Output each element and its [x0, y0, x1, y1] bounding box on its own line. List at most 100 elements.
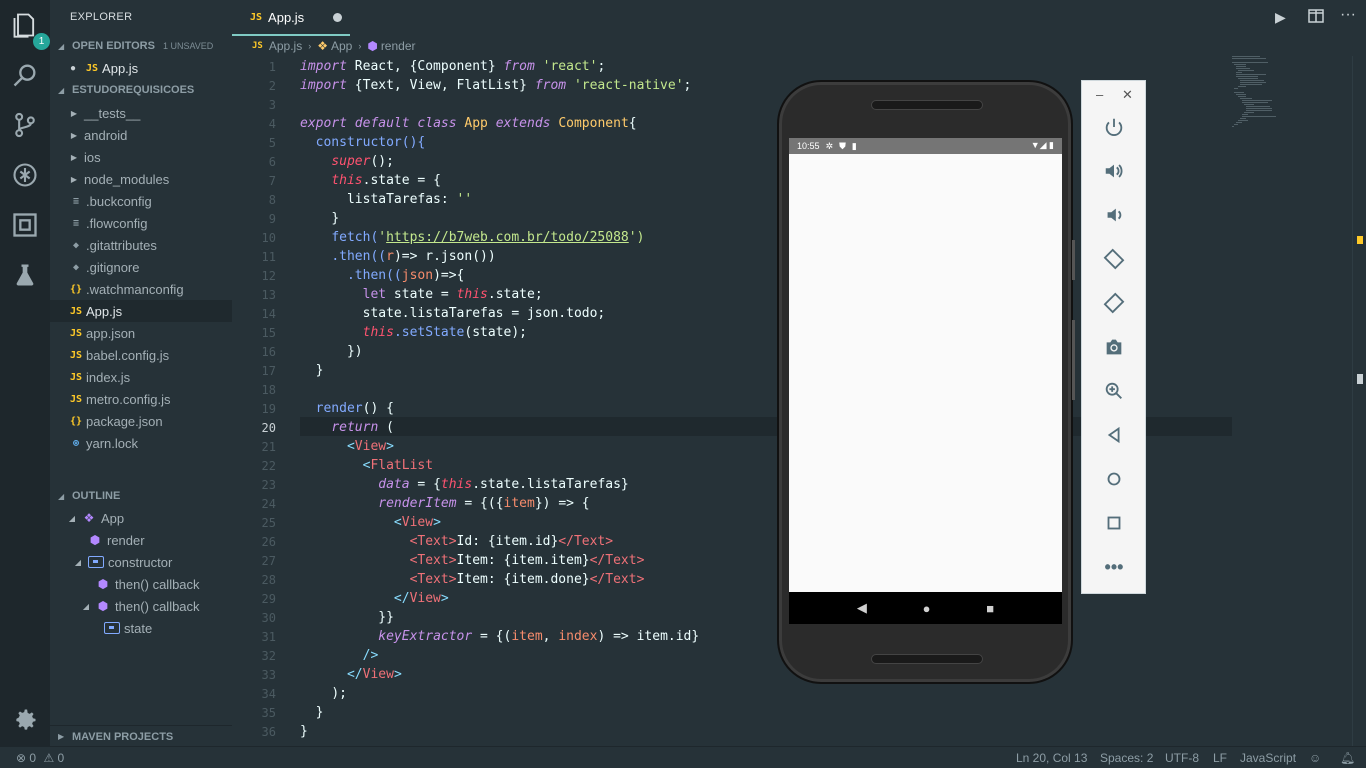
more-options-icon[interactable]: •••: [1100, 553, 1128, 581]
vertical-scrollbar[interactable]: [1352, 56, 1366, 746]
file-item[interactable]: ⊚ yarn.lock: [50, 432, 232, 454]
outline-item-constructor[interactable]: ◢ constructor: [50, 551, 232, 573]
line-number: 26: [261, 534, 276, 549]
language-mode[interactable]: JavaScript: [1240, 751, 1296, 765]
extensions-icon[interactable]: [8, 208, 42, 242]
nav-back-icon[interactable]: ◀: [857, 600, 867, 616]
variable-icon: [104, 622, 120, 634]
folder-item[interactable]: ▶ node_modules: [50, 168, 232, 190]
indentation[interactable]: Spaces: 2: [1100, 751, 1153, 765]
files-icon[interactable]: 1: [8, 8, 50, 50]
outline-item-state[interactable]: state: [50, 617, 232, 639]
file-item[interactable]: JS babel.config.js: [50, 344, 232, 366]
zoom-icon[interactable]: [1100, 377, 1128, 405]
code-token: constructor(){: [315, 135, 426, 150]
outline-item-app[interactable]: ◢ ❖ App: [50, 507, 232, 529]
open-editors-section[interactable]: ◢ OPEN EDITORS 1 UNSAVED: [50, 36, 232, 56]
file-item[interactable]: ≡ .flowconfig: [50, 212, 232, 234]
power-icon[interactable]: [1100, 113, 1128, 141]
folder-item[interactable]: ▶ __tests__: [50, 102, 232, 124]
line-ending[interactable]: LF: [1213, 751, 1227, 765]
open-editor-item[interactable]: ● JS App.js: [50, 57, 232, 79]
breadcrumb-method[interactable]: render: [381, 39, 416, 53]
errors-indicator[interactable]: ⊗ 0 ⚠ 0: [16, 751, 64, 765]
maven-projects-section[interactable]: ▶ MAVEN PROJECTS: [50, 725, 232, 747]
code-token: {: [628, 116, 637, 131]
minimap[interactable]: [1232, 56, 1292, 136]
file-item[interactable]: JS index.js: [50, 366, 232, 388]
cursor-position[interactable]: Ln 20, Col 13: [1016, 751, 1087, 765]
nav-home-icon[interactable]: ●: [923, 601, 931, 616]
code-token: r: [386, 249, 394, 264]
code-token: >: [433, 515, 441, 530]
more-actions-icon[interactable]: ···: [1340, 6, 1356, 24]
device-screen[interactable]: 10:55 ✲ ⛊ ▮ ▼◢ ▮ ◀ ● ■: [789, 138, 1062, 624]
search-icon[interactable]: [8, 58, 42, 92]
file-item[interactable]: JS app.json: [50, 322, 232, 344]
folder-item[interactable]: ▶ ios: [50, 146, 232, 168]
breadcrumb-class[interactable]: App: [331, 39, 352, 53]
device-status-bar: 10:55 ✲ ⛊ ▮ ▼◢ ▮: [789, 138, 1062, 154]
code-token: 'react-native': [573, 78, 684, 93]
minimize-button[interactable]: –: [1096, 87, 1103, 102]
file-item[interactable]: ◆ .gitattributes: [50, 234, 232, 256]
back-icon[interactable]: [1100, 421, 1128, 449]
warning-icon: ⚠: [43, 751, 55, 765]
code-token: item: [503, 496, 535, 511]
debug-icon[interactable]: [8, 158, 42, 192]
home-icon[interactable]: [1100, 465, 1128, 493]
js-file-icon: JS: [69, 349, 83, 361]
split-editor-icon[interactable]: [1308, 9, 1324, 26]
test-flask-icon[interactable]: [8, 258, 42, 292]
rotate-left-icon[interactable]: [1100, 245, 1128, 273]
code-token: Component: [558, 116, 629, 131]
folder-item[interactable]: ▶ android: [50, 124, 232, 146]
notifications-bell-icon[interactable]: 🔔︎: [1340, 751, 1355, 765]
file-item[interactable]: JS App.js: [50, 300, 232, 322]
android-emulator-device: 10:55 ✲ ⛊ ▮ ▼◢ ▮ ◀ ● ■: [777, 80, 1075, 684]
nav-recents-icon[interactable]: ■: [986, 601, 994, 616]
file-item[interactable]: ≡ .buckconfig: [50, 190, 232, 212]
error-icon: ⊗: [16, 751, 27, 765]
outline-item-then-callback[interactable]: ◢ ⬢ then() callback: [50, 595, 232, 617]
minimap-line: [1240, 98, 1252, 99]
file-item[interactable]: {} package.json: [50, 410, 232, 432]
code-token: ();: [370, 154, 394, 169]
file-item[interactable]: JS metro.config.js: [50, 388, 232, 410]
outline-section[interactable]: ◢ OUTLINE: [50, 486, 232, 506]
feedback-smiley-icon[interactable]: ☺: [1309, 751, 1321, 765]
scroll-thumb[interactable]: [1357, 374, 1363, 384]
file-item[interactable]: ◆ .gitignore: [50, 256, 232, 278]
code-token: data: [378, 477, 410, 492]
breadcrumb-file[interactable]: App.js: [269, 39, 302, 53]
file-name: node_modules: [84, 171, 170, 187]
run-icon[interactable]: ▶: [1275, 9, 1286, 26]
volume-down-icon[interactable]: [1100, 201, 1128, 229]
close-button[interactable]: ✕: [1122, 87, 1133, 103]
file-name: ios: [84, 149, 101, 165]
overview-icon[interactable]: [1100, 509, 1128, 537]
outline-item-then-callback[interactable]: ⬢ then() callback: [50, 573, 232, 595]
camera-icon[interactable]: [1100, 333, 1128, 361]
code-token: )=> r.json()): [393, 249, 496, 264]
unsaved-dot-icon[interactable]: [333, 13, 342, 22]
code-token: index: [558, 629, 598, 644]
project-section[interactable]: ◢ ESTUDOREQUISICOES: [50, 80, 232, 100]
scroll-marker: [1357, 236, 1363, 244]
settings-gear-icon[interactable]: [8, 703, 42, 737]
outline-item-render[interactable]: ⬢ render: [50, 529, 232, 551]
line-number: 10: [261, 230, 276, 245]
file-item[interactable]: {} .watchmanconfig: [50, 278, 232, 300]
tab-app-js[interactable]: JS App.js: [232, 0, 350, 36]
line-number: 21: [261, 439, 276, 454]
source-control-icon[interactable]: [8, 108, 42, 142]
encoding[interactable]: UTF-8: [1165, 751, 1199, 765]
line-number: 11: [261, 249, 276, 264]
error-count: 0: [29, 751, 37, 765]
volume-up-icon[interactable]: [1100, 157, 1128, 185]
rotate-right-icon[interactable]: [1100, 289, 1128, 317]
